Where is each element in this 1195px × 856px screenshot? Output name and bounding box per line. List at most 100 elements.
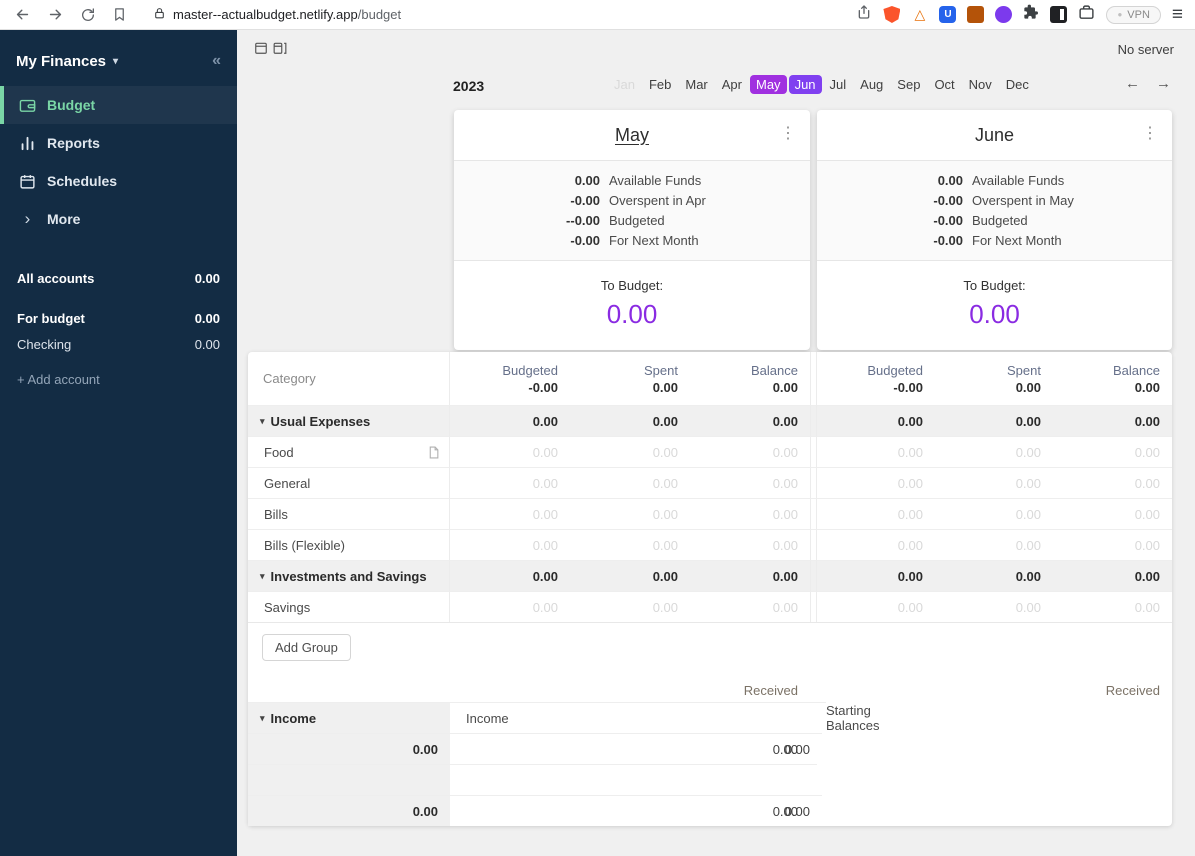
- budgeted-cell[interactable]: 0.00: [817, 529, 935, 560]
- month-jan[interactable]: Jan: [608, 75, 641, 94]
- collapse-sidebar-icon[interactable]: «: [212, 52, 221, 70]
- sidebar-item-more[interactable]: › More: [0, 200, 237, 238]
- budgeted-cell[interactable]: 0.00: [450, 498, 570, 529]
- category-name: Bills: [264, 506, 288, 522]
- vpn-status-dot: ●: [1117, 10, 1123, 19]
- spent-cell[interactable]: 0.00: [935, 591, 1053, 622]
- puzzle-extension-icon[interactable]: [1023, 4, 1039, 25]
- to-budget-value[interactable]: 0.00: [454, 299, 810, 330]
- forward-icon[interactable]: [47, 6, 64, 23]
- server-status-button[interactable]: No server: [1118, 42, 1174, 57]
- budgeted-cell[interactable]: 0.00: [817, 436, 935, 467]
- spent-cell[interactable]: 0.00: [570, 467, 690, 498]
- spent-cell[interactable]: 0.00: [570, 436, 690, 467]
- month-sep[interactable]: Sep: [891, 75, 926, 94]
- balance-cell[interactable]: 0.00: [690, 498, 810, 529]
- month-nov[interactable]: Nov: [963, 75, 998, 94]
- account-row-checking[interactable]: Checking 0.00: [0, 332, 237, 357]
- orange-extension-icon[interactable]: [967, 6, 985, 23]
- budgeted-cell[interactable]: 0.00: [817, 467, 935, 498]
- spent-cell[interactable]: 0.00: [570, 498, 690, 529]
- budgeted-cell[interactable]: 0.00: [450, 591, 570, 622]
- balance-cell[interactable]: 0.00: [1053, 467, 1172, 498]
- month-may[interactable]: May: [750, 75, 787, 94]
- balance-cell[interactable]: 0.00: [690, 467, 810, 498]
- address-bar[interactable]: master--actualbudget.netlify.app/budget: [153, 7, 856, 23]
- category-name-cell[interactable]: Bills: [248, 498, 450, 529]
- for-budget-row[interactable]: For budget 0.00: [0, 306, 237, 331]
- budgeted-cell[interactable]: 0.00: [450, 529, 570, 560]
- one-month-view-icon[interactable]: [254, 41, 268, 55]
- budgeted-cell[interactable]: 0.00: [450, 436, 570, 467]
- month-jul[interactable]: Jul: [824, 75, 853, 94]
- vpn-pill[interactable]: ● VPN: [1106, 5, 1161, 24]
- two-month-view-icon[interactable]: [273, 41, 287, 55]
- budgeted-cell[interactable]: 0.00: [450, 467, 570, 498]
- balance-cell[interactable]: 0.00: [690, 436, 810, 467]
- spent-cell[interactable]: 0.00: [935, 498, 1053, 529]
- balance-cell[interactable]: 0.00: [1053, 529, 1172, 560]
- back-icon[interactable]: [14, 6, 31, 23]
- month-jun[interactable]: Jun: [788, 75, 822, 94]
- balance-cell[interactable]: 0.00: [1053, 591, 1172, 622]
- category-name-cell[interactable]: Starting Balances: [810, 702, 879, 733]
- category-name-cell[interactable]: Income: [450, 702, 810, 733]
- spent-cell[interactable]: 0.00: [570, 529, 690, 560]
- category-name-cell[interactable]: General: [248, 467, 450, 498]
- budgeted-cell[interactable]: 0.00: [817, 498, 935, 529]
- category-name-cell[interactable]: Savings: [248, 591, 450, 622]
- category-name-cell[interactable]: Bills (Flexible): [248, 529, 450, 560]
- budget-file-selector[interactable]: My Finances ▾ «: [0, 44, 237, 74]
- spent-cell[interactable]: 0.00: [935, 529, 1053, 560]
- spent-cell[interactable]: 0.00: [570, 591, 690, 622]
- sidebar-menu: Budget Reports Schedules › More: [0, 86, 237, 238]
- bookmark-icon[interactable]: [112, 7, 127, 22]
- balance-cell[interactable]: 0.00: [1053, 498, 1172, 529]
- sidebar-item-reports[interactable]: Reports: [0, 124, 237, 162]
- month-mar[interactable]: Mar: [679, 75, 713, 94]
- month-apr[interactable]: Apr: [716, 75, 748, 94]
- dark-extension-icon[interactable]: [1050, 6, 1068, 23]
- browser-menu-icon[interactable]: ≡: [1172, 5, 1183, 24]
- category-column-header: Category: [248, 352, 450, 405]
- group-name-cell[interactable]: ▾ Usual Expenses: [248, 405, 450, 436]
- triangle-extension-icon[interactable]: △: [911, 6, 928, 23]
- month-oct[interactable]: Oct: [928, 75, 960, 94]
- balance-cell[interactable]: 0.00: [690, 529, 810, 560]
- spent-cell[interactable]: 0.00: [935, 436, 1053, 467]
- month-title[interactable]: June: [975, 125, 1014, 146]
- category-name-cell[interactable]: Food: [248, 436, 450, 467]
- collapse-triangle-icon[interactable]: ▾: [260, 713, 265, 724]
- collapse-triangle-icon[interactable]: ▾: [260, 571, 265, 582]
- prev-month-icon[interactable]: ←: [1125, 75, 1140, 92]
- share-icon[interactable]: [856, 4, 872, 25]
- add-group-button[interactable]: Add Group: [262, 634, 351, 661]
- sidebar-item-budget[interactable]: Budget: [0, 86, 237, 124]
- balance-cell[interactable]: 0.00: [690, 591, 810, 622]
- note-icon[interactable]: [427, 446, 440, 459]
- month-menu-icon[interactable]: ⋮: [1142, 123, 1158, 143]
- card-extension-icon[interactable]: [1078, 4, 1095, 26]
- shield-extension-icon[interactable]: [883, 6, 901, 23]
- budgeted-cell[interactable]: 0.00: [817, 591, 935, 622]
- spent-cell[interactable]: 0.00: [935, 467, 1053, 498]
- month-feb[interactable]: Feb: [643, 75, 677, 94]
- summary-value: -0.00: [933, 212, 963, 228]
- all-accounts-row[interactable]: All accounts 0.00: [0, 266, 237, 291]
- month-aug[interactable]: Aug: [854, 75, 889, 94]
- to-budget-value[interactable]: 0.00: [817, 299, 1172, 330]
- sidebar-item-schedules[interactable]: Schedules: [0, 162, 237, 200]
- summary-value: -0.00: [570, 232, 600, 248]
- group-name-cell[interactable]: ▾ Investments and Savings: [248, 560, 450, 591]
- collapse-triangle-icon[interactable]: ▾: [260, 416, 265, 427]
- next-month-icon[interactable]: →: [1156, 75, 1171, 92]
- balance-cell[interactable]: 0.00: [1053, 436, 1172, 467]
- month-title[interactable]: May: [615, 125, 649, 146]
- month-dec[interactable]: Dec: [1000, 75, 1035, 94]
- reload-icon[interactable]: [80, 7, 96, 23]
- purple-extension-icon[interactable]: [995, 6, 1013, 23]
- group-name-cell[interactable]: ▾ Income: [248, 702, 450, 733]
- month-menu-icon[interactable]: ⋮: [780, 123, 796, 143]
- blue-extension-icon[interactable]: U: [939, 6, 957, 23]
- add-account-button[interactable]: + Add account: [0, 372, 237, 387]
